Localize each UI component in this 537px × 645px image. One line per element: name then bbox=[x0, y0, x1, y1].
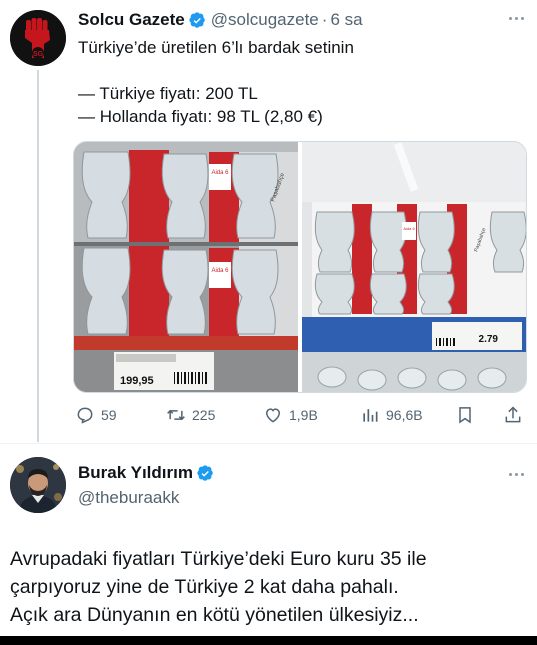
dot-separator: · bbox=[321, 10, 328, 29]
avatar-solcugazete[interactable]: SG bbox=[10, 10, 66, 66]
author-handle[interactable]: @theburaakk bbox=[78, 488, 179, 508]
verified-badge-icon bbox=[197, 464, 213, 481]
reply-button[interactable]: 59 bbox=[75, 403, 117, 427]
like-count: 1,9B bbox=[289, 407, 318, 423]
views-button[interactable]: 96,6B bbox=[360, 403, 423, 427]
thread-connector-line bbox=[37, 70, 39, 442]
svg-text:Aida 6: Aida 6 bbox=[403, 226, 415, 231]
repost-button[interactable]: 225 bbox=[166, 403, 215, 427]
repost-icon bbox=[167, 409, 185, 421]
views-chart-icon bbox=[363, 409, 378, 422]
share-icon bbox=[505, 406, 521, 423]
like-button[interactable]: 1,9B bbox=[263, 403, 318, 427]
bookmark-icon bbox=[459, 407, 471, 424]
svg-text:Aida 6: Aida 6 bbox=[211, 268, 229, 274]
tweet-line: — Hollanda fiyatı: 98 TL (2,80 €) bbox=[78, 107, 323, 126]
glass-set-photo-image: Aida 6 Paşabahçe Aida 6 199,95 bbox=[74, 142, 298, 392]
fist-logo-icon: SG bbox=[10, 10, 66, 66]
author-name[interactable]: Solcu Gazete bbox=[78, 10, 185, 30]
author-handle[interactable]: @solcugazete bbox=[211, 10, 319, 30]
share-button[interactable] bbox=[503, 403, 523, 427]
svg-text:199,95: 199,95 bbox=[120, 375, 154, 387]
avatar-theburaakk[interactable] bbox=[10, 457, 66, 513]
tweet-header: Solcu Gazete @solcugazete · 6 sa bbox=[78, 8, 363, 32]
tweet-media[interactable]: Aida 6 Paşabahçe Aida 6 199,95 Aida 6 Pa… bbox=[73, 141, 527, 393]
tweet-text: Avrupadaki fiyatları Türkiye’deki Euro k… bbox=[10, 545, 530, 629]
svg-text:2.79: 2.79 bbox=[479, 334, 499, 345]
views-count: 96,6B bbox=[386, 407, 423, 423]
heart-icon bbox=[265, 408, 281, 423]
verified-badge-icon bbox=[189, 11, 205, 28]
repost-count: 225 bbox=[192, 407, 216, 423]
tweet-line-blank bbox=[78, 59, 518, 82]
tweet-line: çarpıyoruz yine de Türkiye 2 kat daha pa… bbox=[10, 576, 399, 598]
photo-turkey-shelf[interactable]: Aida 6 Paşabahçe Aida 6 199,95 bbox=[74, 142, 298, 392]
more-options-icon[interactable] bbox=[502, 466, 530, 482]
tweet-actions: 59 225 1,9B 96,6B bbox=[73, 403, 528, 427]
tweet-line: Türkiye’de üretilen 6’lı bardak setinin bbox=[78, 38, 354, 57]
tweet-text: Türkiye’de üretilen 6’lı bardak setinin … bbox=[78, 36, 518, 128]
tweet-divider bbox=[0, 443, 537, 444]
tweet-line: Açık ara Dünyanın en kötü yönetilen ülke… bbox=[10, 604, 419, 626]
profile-photo-image bbox=[10, 457, 66, 513]
photo-netherlands-shelf[interactable]: Aida 6 Paşabahçe 2.79 bbox=[302, 142, 526, 392]
reply-count: 59 bbox=[101, 407, 117, 423]
tweet-header: Burak Yıldırım bbox=[78, 463, 219, 483]
svg-text:Aida 6: Aida 6 bbox=[211, 170, 229, 176]
tweet-timestamp[interactable]: 6 sa bbox=[330, 10, 362, 30]
author-name[interactable]: Burak Yıldırım bbox=[78, 463, 193, 483]
bottom-edge-bar bbox=[0, 636, 537, 645]
glass-set-photo-image: Aida 6 Paşabahçe 2.79 bbox=[302, 142, 526, 392]
tweet-line: — Türkiye fiyatı: 200 TL bbox=[78, 84, 258, 103]
reply-icon bbox=[77, 407, 93, 424]
bookmark-button[interactable] bbox=[455, 403, 475, 427]
svg-text:SG: SG bbox=[33, 51, 44, 58]
tweet-solcugazete: SG Solcu Gazete @solcugazete · 6 sa Türk… bbox=[0, 0, 537, 442]
tweet-line: Avrupadaki fiyatları Türkiye’deki Euro k… bbox=[10, 548, 427, 570]
more-options-icon[interactable] bbox=[502, 10, 530, 26]
